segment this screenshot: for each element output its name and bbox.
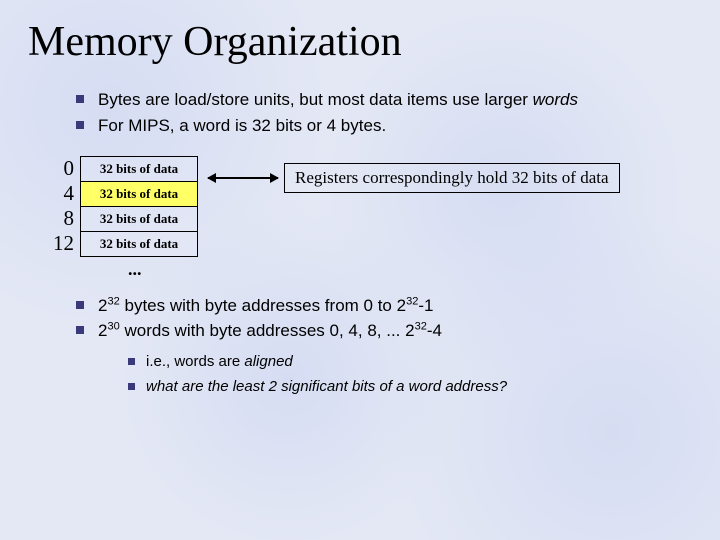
memory-cell-highlighted: 32 bits of data xyxy=(81,181,198,206)
expr-sup: 32 xyxy=(415,321,427,333)
arrow-connector: Registers correspondingly hold 32 bits o… xyxy=(208,163,620,193)
sub-text-italic: what are the least 2 significant bits of… xyxy=(146,378,507,395)
bottom-bullet-list: 232 bytes with byte addresses from 0 to … xyxy=(76,294,692,399)
bullet-item: 232 bytes with byte addresses from 0 to … xyxy=(76,294,692,318)
table-row: 4 32 bits of data xyxy=(46,181,198,206)
sub-bullet-item: what are the least 2 significant bits of… xyxy=(128,376,692,399)
memory-cell: 32 bits of data xyxy=(81,231,198,256)
table-row: 0 32 bits of data xyxy=(46,156,198,181)
expr-sup: 32 xyxy=(107,295,119,307)
sub-bullet-item: i.e., words are aligned xyxy=(128,351,692,374)
expr-tail: -4 xyxy=(427,321,442,340)
table-row: 8 32 bits of data xyxy=(46,206,198,231)
expr-sup: 32 xyxy=(406,295,418,307)
top-bullet-list: Bytes are load/store units, but most dat… xyxy=(76,88,692,138)
italic-word: aligned xyxy=(244,353,292,370)
address-label: 0 xyxy=(46,156,81,181)
slide: Memory Organization Bytes are load/store… xyxy=(0,0,720,540)
register-note-box: Registers correspondingly hold 32 bits o… xyxy=(284,163,620,193)
bullet-item: 230 words with byte addresses 0, 4, 8, .… xyxy=(76,319,692,398)
expr-sup: 30 xyxy=(107,321,119,333)
address-label: 4 xyxy=(46,181,81,206)
expr-text: words with byte addresses 0, 4, 8, ... 2 xyxy=(120,321,415,340)
sub-text: i.e., words are xyxy=(146,353,244,370)
memory-cell: 32 bits of data xyxy=(81,156,198,181)
bullet-item: Bytes are load/store units, but most dat… xyxy=(76,88,692,112)
bullet-text: Bytes are load/store units, but most dat… xyxy=(98,90,533,109)
sub-bullet-list: i.e., words are aligned what are the lea… xyxy=(128,351,692,398)
slide-title: Memory Organization xyxy=(28,18,692,66)
table-row: 12 32 bits of data xyxy=(46,231,198,256)
ellipsis-label: ... xyxy=(128,259,692,280)
memory-cell: 32 bits of data xyxy=(81,206,198,231)
memory-diagram: 0 32 bits of data 4 32 bits of data 8 32… xyxy=(46,156,692,257)
bullet-text: For MIPS, a word is 32 bits or 4 bytes. xyxy=(98,116,386,135)
memory-table: 0 32 bits of data 4 32 bits of data 8 32… xyxy=(46,156,198,257)
bullet-item: For MIPS, a word is 32 bits or 4 bytes. xyxy=(76,114,692,138)
address-label: 12 xyxy=(46,231,81,256)
expr-tail: -1 xyxy=(418,296,433,315)
double-arrow-icon xyxy=(208,177,278,179)
address-label: 8 xyxy=(46,206,81,231)
expr-text: bytes with byte addresses from 0 to 2 xyxy=(120,296,406,315)
italic-word: words xyxy=(533,90,578,109)
